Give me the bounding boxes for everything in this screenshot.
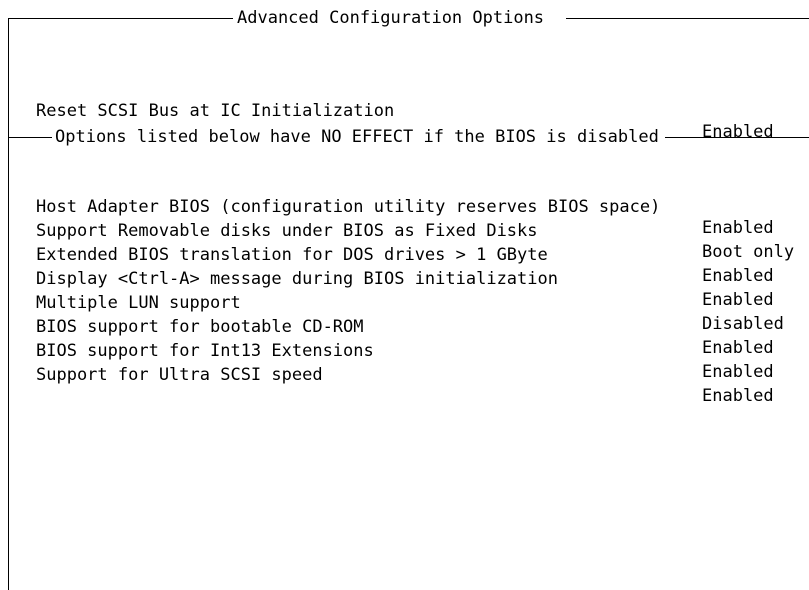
option-label: Support for Ultra SCSI speed <box>36 365 323 385</box>
option-value[interactable]: Enabled <box>702 362 774 383</box>
option-row-removable-disks[interactable]: Support Removable disks under BIOS as Fi… <box>36 200 798 262</box>
option-row-extended-bios-translation[interactable]: Extended BIOS translation for DOS drives… <box>36 224 798 286</box>
option-row-int13-extensions[interactable]: BIOS support for Int13 Extensions Enable… <box>36 320 798 382</box>
frame-left-border <box>8 18 9 590</box>
option-row-reset-scsi-bus[interactable]: Reset SCSI Bus at IC Initialization Enab… <box>36 80 798 142</box>
window-title: Advanced Configuration Options <box>237 8 545 28</box>
option-row-host-adapter-bios[interactable]: Host Adapter BIOS (configuration utility… <box>36 176 798 238</box>
section-divider-left <box>8 137 52 138</box>
option-row-multiple-lun[interactable]: Multiple LUN support Disabled <box>36 272 798 334</box>
option-value[interactable]: Enabled <box>702 386 774 407</box>
frame-top-border-right <box>566 18 809 19</box>
option-label: Reset SCSI Bus at IC Initialization <box>36 101 395 121</box>
option-row-bootable-cdrom[interactable]: BIOS support for bootable CD-ROM Enabled <box>36 296 798 358</box>
option-row-ultra-scsi-speed[interactable]: Support for Ultra SCSI speed Enabled <box>36 344 798 406</box>
bios-section-title: Options listed below have NO EFFECT if t… <box>55 127 659 147</box>
option-value[interactable]: Enabled <box>702 122 774 143</box>
option-row-display-ctrl-a[interactable]: Display <Ctrl-A> message during BIOS ini… <box>36 248 798 310</box>
section-divider-right <box>665 137 809 138</box>
frame-top-border-left <box>8 18 233 19</box>
